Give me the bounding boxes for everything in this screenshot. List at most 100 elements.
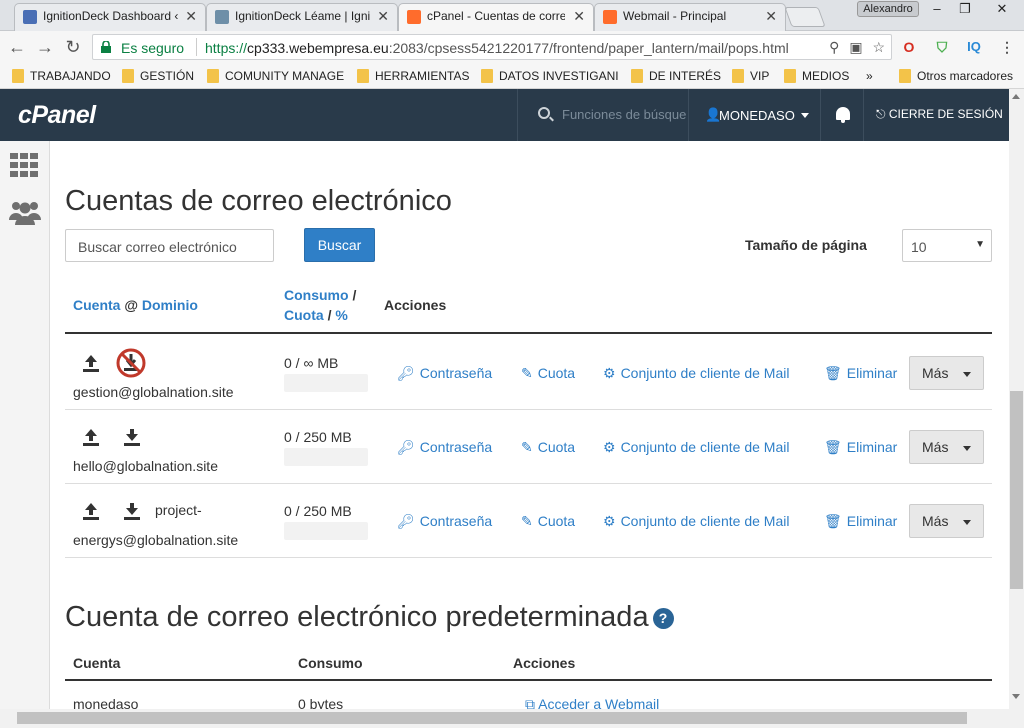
bookmark-star-icon[interactable]: ☆ — [872, 39, 885, 55]
chevron-down-icon — [963, 372, 971, 377]
external-link-icon: ⧉ — [525, 696, 539, 709]
delete-action[interactable]: 🗑︎ Eliminar — [824, 439, 897, 456]
tab-label: cPanel - Cuentas de corre — [427, 9, 565, 23]
feature-search[interactable]: Funciones de búsque — [517, 89, 688, 141]
usage-bar — [284, 374, 368, 392]
grid-icon[interactable] — [10, 153, 38, 177]
key-icon[interactable]: ⚲ — [829, 39, 839, 55]
default-table-row: monedaso 0 bytes ⧉ Acceder a Webmail — [65, 696, 992, 709]
folder-icon — [899, 69, 911, 83]
webmail-link[interactable]: ⧉ Acceder a Webmail — [525, 696, 659, 709]
quota-action[interactable]: ✎ Cuota — [521, 513, 575, 530]
tab-webmail[interactable]: Webmail - Principal ✕ — [594, 3, 786, 31]
forward-icon[interactable]: → — [34, 36, 56, 58]
browser-toolbar: ← → ↻ Es seguro https://cp333.webempresa… — [0, 31, 1024, 63]
scroll-up-icon[interactable] — [1012, 94, 1020, 99]
cpanel-logo[interactable]: cPanel — [18, 101, 96, 130]
delete-action[interactable]: 🗑︎ Eliminar — [824, 365, 897, 382]
download-icon[interactable] — [122, 427, 142, 447]
password-action[interactable]: 🔑︎ Contraseña — [397, 439, 492, 456]
bookmark-folder-herramientas[interactable]: HERRAMIENTAS — [355, 67, 473, 85]
action-label: Contraseña — [419, 365, 493, 381]
bookmark-folder-trabajando[interactable]: TRABAJANDO — [10, 67, 116, 85]
sort-percent-link[interactable]: % — [335, 307, 347, 323]
password-action[interactable]: 🔑︎ Contraseña — [397, 513, 492, 530]
email-search-input[interactable]: Buscar correo electrónico — [65, 229, 274, 262]
browser-tabstrip: IgnitionDeck Dashboard ‹ ✕ IgnitionDeck … — [0, 0, 1024, 31]
quota-action[interactable]: ✎ Cuota — [521, 365, 575, 382]
close-tab-icon[interactable]: ✕ — [377, 8, 389, 25]
bookmark-folder-gestion[interactable]: GESTIÓN — [120, 67, 200, 85]
upload-icon[interactable] — [81, 353, 101, 373]
translate-icon[interactable]: ▣ — [849, 39, 862, 55]
more-dropdown-button[interactable]: Más — [909, 356, 984, 390]
opera-extension-icon[interactable]: O — [900, 38, 918, 56]
mail-client-action[interactable]: ⚙ Conjunto de cliente de Mail — [603, 439, 789, 456]
horizontal-scrollbar[interactable] — [0, 709, 1024, 728]
upload-icon[interactable] — [81, 501, 101, 521]
page-size-select[interactable]: 10 ▼ — [902, 229, 992, 262]
download-disabled-icon[interactable] — [115, 347, 147, 379]
more-dropdown-button[interactable]: Más — [909, 504, 984, 538]
upload-icon[interactable] — [81, 427, 101, 447]
pencil-icon: ✎ — [521, 365, 533, 381]
bookmark-folder-otros[interactable]: Otros marcadores — [897, 67, 1022, 85]
new-tab-button[interactable] — [784, 7, 826, 27]
bookmarks-overflow-button[interactable]: » — [864, 67, 882, 85]
profile-badge[interactable]: Alexandro — [857, 1, 919, 17]
iq-extension-icon[interactable]: IQ — [965, 38, 983, 56]
table-row: project- energys@globalnation.site 0 / 2… — [65, 484, 992, 558]
notifications-button[interactable] — [820, 89, 864, 141]
bookmarks-bar: TRABAJANDO GESTIÓN COMUNITY MANAGE HERRA… — [0, 63, 1024, 89]
password-action[interactable]: 🔑︎ Contraseña — [397, 365, 492, 382]
address-bar[interactable]: Es seguro https://cp333.webempresa.eu:20… — [92, 34, 892, 60]
sort-dominio-link[interactable]: Dominio — [142, 297, 198, 313]
bookmark-folder-comunity[interactable]: COMUNITY MANAGE — [205, 67, 345, 85]
maximize-icon[interactable]: ❐ — [952, 0, 978, 18]
search-button[interactable]: Buscar — [304, 228, 375, 262]
slash-separator: / — [352, 287, 357, 303]
logout-button[interactable]: ⎋ CIERRE DE SESIÓN — [876, 107, 1003, 122]
tab-ignitiondeck-leame[interactable]: IgnitionDeck Léame | Igni ✕ — [206, 3, 398, 31]
sort-cuenta-link[interactable]: Cuenta — [73, 297, 120, 313]
mail-client-action[interactable]: ⚙ Conjunto de cliente de Mail — [603, 513, 789, 530]
action-label: Contraseña — [419, 439, 493, 455]
minimize-icon[interactable]: – — [924, 0, 950, 18]
vertical-scrollbar[interactable] — [1009, 89, 1024, 709]
download-icon[interactable] — [122, 501, 142, 521]
sort-consumo-link[interactable]: Consumo — [284, 287, 349, 303]
more-dropdown-button[interactable]: Más — [909, 430, 984, 464]
help-icon[interactable]: ? — [652, 607, 674, 629]
back-icon[interactable]: ← — [6, 36, 28, 58]
menu-icon[interactable]: ⋮ — [998, 38, 1016, 56]
close-window-icon[interactable]: ✕ — [984, 0, 1020, 18]
feature-search-input[interactable]: Funciones de búsque — [562, 107, 686, 122]
scrollbar-thumb[interactable] — [17, 712, 967, 724]
delete-action[interactable]: 🗑︎ Eliminar — [824, 513, 897, 530]
close-tab-icon[interactable]: ✕ — [573, 8, 585, 25]
scroll-down-icon[interactable] — [1012, 694, 1020, 699]
tab-ignitiondeck-dashboard[interactable]: IgnitionDeck Dashboard ‹ ✕ — [14, 3, 206, 31]
folder-icon — [357, 69, 369, 83]
sort-cuota-link[interactable]: Cuota — [284, 307, 324, 323]
mail-client-action[interactable]: ⚙ Conjunto de cliente de Mail — [603, 365, 789, 382]
bookmark-label: MEDIOS — [802, 69, 850, 83]
pencil-icon: ✎ — [521, 439, 533, 455]
bookmark-folder-interes[interactable]: DE INTERÉS — [629, 67, 725, 85]
bookmark-folder-medios[interactable]: MEDIOS — [782, 67, 858, 85]
tab-cpanel-cuentas[interactable]: cPanel - Cuentas de corre ✕ — [398, 3, 594, 31]
close-tab-icon[interactable]: ✕ — [765, 8, 777, 25]
user-menu[interactable]: 👤 MONEDASO — [688, 89, 820, 141]
quota-action[interactable]: ✎ Cuota — [521, 439, 575, 456]
key-icon: 🔑︎ — [397, 439, 415, 455]
folder-icon — [122, 69, 134, 83]
bookmark-folder-vip[interactable]: VIP — [730, 67, 780, 85]
users-icon[interactable] — [9, 198, 41, 226]
shield-extension-icon[interactable]: ⛉ — [933, 38, 951, 56]
reload-icon[interactable]: ↻ — [62, 36, 84, 58]
bookmark-folder-datos[interactable]: DATOS INVESTIGANI — [479, 67, 619, 85]
scrollbar-thumb[interactable] — [1010, 391, 1023, 589]
close-tab-icon[interactable]: ✕ — [185, 8, 197, 25]
logout-label: CIERRE DE SESIÓN — [888, 107, 1003, 121]
webmail-link-label: Acceder a Webmail — [538, 696, 660, 709]
